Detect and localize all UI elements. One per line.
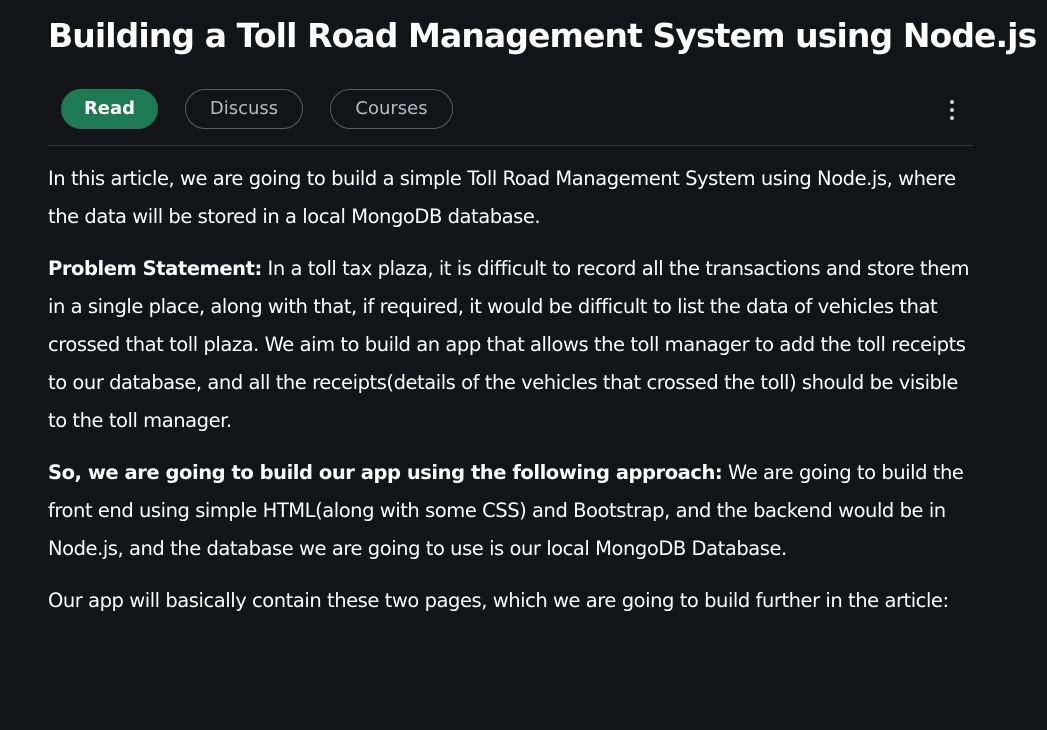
problem-statement-paragraph: Problem Statement: In a toll tax plaza, … [48, 250, 978, 440]
article-page: Building a Toll Road Management System u… [0, 0, 1047, 730]
more-dot-middle [950, 108, 954, 112]
article-tab-bar: Read Discuss Courses [48, 89, 973, 146]
article-title: Building a Toll Road Management System u… [48, 16, 1037, 55]
approach-label: So, we are going to build our app using … [48, 461, 723, 484]
tab-read[interactable]: Read [61, 89, 158, 129]
more-dot-bottom [950, 116, 954, 120]
article-body: In this article, we are going to build a… [48, 160, 978, 634]
tab-courses[interactable]: Courses [330, 89, 453, 129]
intro-paragraph: In this article, we are going to build a… [48, 167, 956, 228]
pages-paragraph: Our app will basically contain these two… [48, 589, 949, 612]
problem-statement-text: In a toll tax plaza, it is difficult to … [48, 257, 970, 432]
approach-paragraph: So, we are going to build our app using … [48, 454, 978, 568]
more-dot-top [950, 100, 954, 104]
more-vertical-icon[interactable] [942, 95, 962, 125]
tab-discuss[interactable]: Discuss [185, 89, 303, 129]
problem-statement-label: Problem Statement: [48, 257, 262, 280]
